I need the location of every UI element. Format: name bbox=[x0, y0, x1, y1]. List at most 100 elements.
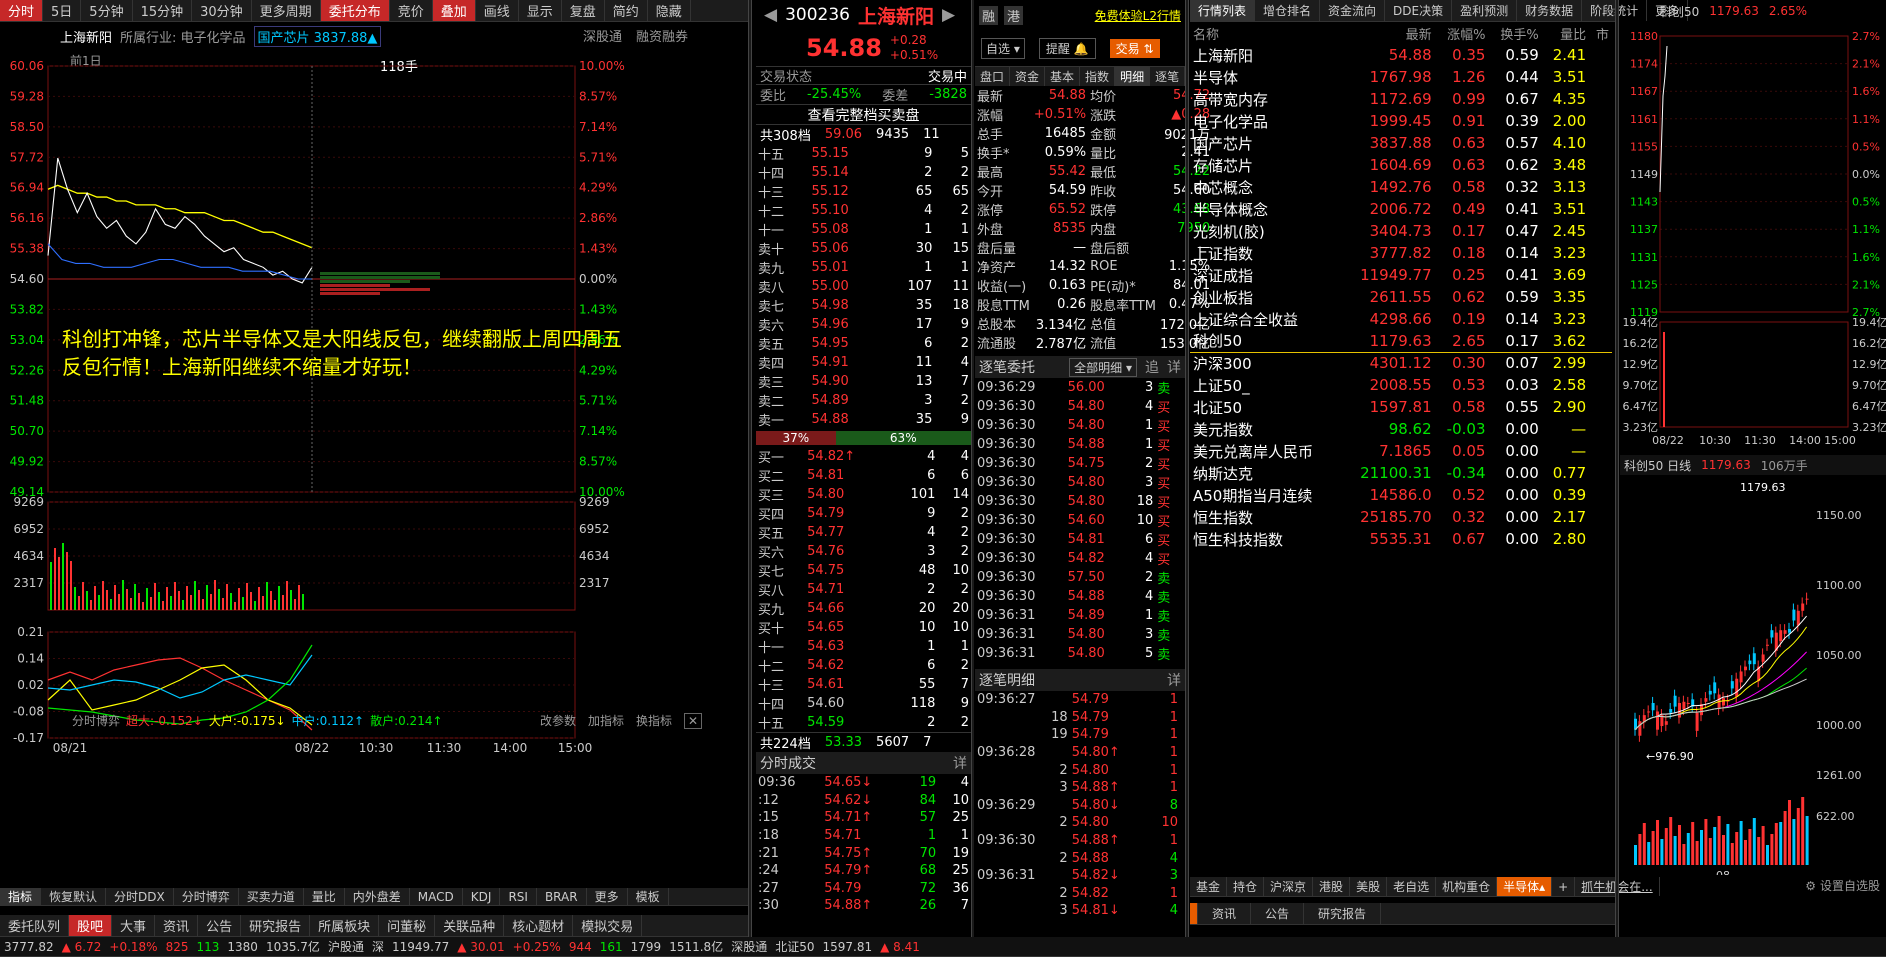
book-row[interactable]: 十二 54.62 6 2 bbox=[756, 656, 971, 675]
book-row[interactable]: 买四 54.79 9 2 bbox=[756, 504, 971, 523]
margin-badge[interactable]: 融 bbox=[979, 5, 999, 25]
lbtab-semi[interactable]: 半导体 ▴ bbox=[1497, 877, 1553, 896]
book-row[interactable]: 十三 54.61 55 7 bbox=[756, 675, 971, 694]
ind-tab-brar[interactable]: BRAR bbox=[537, 888, 587, 905]
dtab-tick[interactable]: 逐笔 bbox=[1150, 67, 1186, 86]
book-row[interactable]: 十五 54.59 2 2 bbox=[756, 713, 971, 732]
list-item[interactable]: 恒生指数 25185.70 0.32 0.00 2.17 bbox=[1190, 506, 1612, 528]
ind-tab-kdj[interactable]: KDJ bbox=[463, 888, 501, 905]
tab-5min[interactable]: 5分钟 bbox=[81, 0, 133, 21]
ind-tab-indicator[interactable]: 指标 bbox=[0, 888, 42, 905]
list-item[interactable]: 存储芯片 1604.69 0.63 0.62 3.48 bbox=[1190, 154, 1612, 176]
list-header-cell[interactable]: 换手% bbox=[1488, 22, 1541, 44]
list-item[interactable]: 美元指数 98.62 -0.03 0.00 — bbox=[1190, 418, 1612, 440]
edit-params-link[interactable]: 改参数 bbox=[540, 712, 576, 729]
dtab-basic[interactable]: 基本 bbox=[1045, 67, 1081, 86]
btab-report[interactable]: 研究报告 bbox=[241, 915, 311, 936]
ind-tab-rsi[interactable]: RSI bbox=[500, 888, 537, 905]
btab-news[interactable]: 资讯 bbox=[155, 915, 199, 936]
full-book-link[interactable]: 查看完整档买卖盘 bbox=[756, 104, 971, 124]
list-item[interactable]: 半导体概念 2006.72 0.49 0.41 3.51 bbox=[1190, 198, 1612, 220]
book-row[interactable]: 卖八 55.00 107 11 bbox=[756, 277, 971, 296]
tab-replay[interactable]: 复盘 bbox=[562, 0, 605, 21]
book-row[interactable]: 卖九 55.01 1 1 bbox=[756, 258, 971, 277]
book-row[interactable]: 买三 54.80 101 14 bbox=[756, 485, 971, 504]
lbtab-hold[interactable]: 持仓 bbox=[1227, 877, 1265, 896]
btab-queue[interactable]: 委托队列 bbox=[0, 915, 70, 936]
ind-tab-macd[interactable]: MACD bbox=[410, 888, 463, 905]
list-item[interactable]: 科创50 1179.63 2.65 0.17 3.62 bbox=[1190, 330, 1612, 352]
tab-overlay[interactable]: 叠加 bbox=[432, 0, 476, 21]
l2-trial-link[interactable]: 免费体验L2行情 bbox=[1095, 7, 1181, 24]
list-item[interactable]: 上海新阳 54.88 0.35 0.59 2.41 bbox=[1190, 44, 1612, 66]
tab-5day[interactable]: 5日 bbox=[43, 0, 82, 21]
hk-badge[interactable]: 港 bbox=[1004, 5, 1024, 25]
tab-intraday[interactable]: 分时 bbox=[0, 0, 44, 21]
list-item[interactable]: 深证成指 11949.77 0.25 0.41 3.69 bbox=[1190, 264, 1612, 286]
book-row[interactable]: 卖二 54.89 3 2 bbox=[756, 391, 971, 410]
status-item[interactable]: 沪股通 bbox=[328, 938, 364, 955]
btab-sector[interactable]: 所属板块 bbox=[310, 915, 380, 936]
lbtab-us[interactable]: 美股 bbox=[1350, 877, 1388, 896]
list-header-cell[interactable]: 量比 bbox=[1542, 22, 1589, 44]
book-row[interactable]: 卖七 54.98 35 18 bbox=[756, 296, 971, 315]
list-header-cell[interactable]: 名称 bbox=[1190, 22, 1341, 44]
list-item[interactable]: 电子化学品 1999.45 0.91 0.39 2.00 bbox=[1190, 110, 1612, 132]
splitter-left[interactable] bbox=[748, 0, 752, 957]
tab-auction[interactable]: 竞价 bbox=[390, 0, 433, 21]
book-row[interactable]: 买五 54.77 4 2 bbox=[756, 523, 971, 542]
ind-tab-game[interactable]: 分时博弈 bbox=[174, 888, 239, 905]
tab-draw[interactable]: 画线 bbox=[476, 0, 519, 21]
close-icon[interactable]: ✕ bbox=[684, 712, 703, 729]
tab-more-periods[interactable]: 更多周期 bbox=[252, 0, 321, 21]
ltab-flow[interactable]: 资金流向 bbox=[1320, 0, 1386, 21]
lbtab-hsj[interactable]: 沪深京 bbox=[1264, 877, 1314, 896]
book-row[interactable]: 十四 55.14 2 2 bbox=[756, 163, 971, 182]
next-stock-icon[interactable]: ▶ bbox=[942, 5, 955, 25]
list-item[interactable]: 上证50_ 2008.55 0.53 0.03 2.58 bbox=[1190, 374, 1612, 396]
add-indicator-link[interactable]: 加指标 bbox=[588, 712, 624, 729]
tab-simple[interactable]: 简约 bbox=[605, 0, 648, 21]
book-row[interactable]: 卖五 54.95 6 2 bbox=[756, 334, 971, 353]
book-row[interactable]: 卖六 54.96 17 9 bbox=[756, 315, 971, 334]
tab-30min[interactable]: 30分钟 bbox=[192, 0, 252, 21]
lbtab-fund[interactable]: 基金 bbox=[1190, 877, 1228, 896]
book-row[interactable]: 买九 54.66 20 20 bbox=[756, 599, 971, 618]
list-item[interactable]: 纳斯达克 21100.31 -0.34 0.00 0.77 bbox=[1190, 462, 1612, 484]
list-item[interactable]: 北证50 1597.81 0.58 0.55 2.90 bbox=[1190, 396, 1612, 418]
book-row[interactable]: 买七 54.75 48 10 bbox=[756, 561, 971, 580]
dtab-index[interactable]: 指数 bbox=[1080, 67, 1116, 86]
fscj-detail-button[interactable]: 详 bbox=[953, 753, 967, 773]
list-header-cell[interactable]: 最新 bbox=[1341, 22, 1434, 44]
list-item[interactable]: 恒生科技指数 5535.31 0.67 0.00 2.80 bbox=[1190, 528, 1612, 550]
ind-tab-volratio[interactable]: 量比 bbox=[304, 888, 345, 905]
ind-tab-template[interactable]: 模板 bbox=[628, 888, 669, 905]
trade-button[interactable]: 交易 ⇅ bbox=[1109, 38, 1160, 58]
zbwt-select[interactable]: 全部明细 ▾ bbox=[1069, 357, 1137, 377]
alert-button[interactable]: 提醒 🔔 bbox=[1038, 37, 1096, 59]
list-item[interactable]: 国产芯片 3837.88 0.63 0.57 4.10 bbox=[1190, 132, 1612, 154]
list-item[interactable]: 半导体 1767.98 1.26 0.44 3.51 bbox=[1190, 66, 1612, 88]
book-row[interactable]: 十四 54.60 118 9 bbox=[756, 694, 971, 713]
tab-display[interactable]: 显示 bbox=[519, 0, 562, 21]
btab-ask[interactable]: 问董秘 bbox=[379, 915, 436, 936]
list-item[interactable]: 创业板指 2611.55 0.62 0.59 3.35 bbox=[1190, 286, 1612, 308]
ind-tab-default[interactable]: 恢复默认 bbox=[41, 888, 107, 905]
zbwt-detail[interactable]: 详 bbox=[1167, 357, 1181, 377]
itab-report[interactable]: 研究报告 bbox=[1304, 903, 1382, 924]
btab-theme[interactable]: 核心题材 bbox=[504, 915, 574, 936]
list-item[interactable]: 上证指数 3777.82 0.18 0.14 3.23 bbox=[1190, 242, 1612, 264]
book-row[interactable]: 买六 54.76 3 2 bbox=[756, 542, 971, 561]
list-item[interactable]: 美元兑离岸人民币 7.1865 0.05 0.00 — bbox=[1190, 440, 1612, 462]
lbtab-old[interactable]: 老自选 bbox=[1387, 877, 1437, 896]
list-item[interactable]: 沪深300 4301.12 0.30 0.07 2.99 bbox=[1190, 352, 1612, 374]
book-row[interactable]: 卖十 55.06 30 15 bbox=[756, 239, 971, 258]
mini-intraday-chart[interactable]: 1180 2.7% 1174 2.1% 1167 1.6% 1161 1.1% 1155 0.5%… bbox=[1620, 22, 1886, 452]
ltab-dde[interactable]: DDE决策 bbox=[1385, 0, 1453, 21]
tab-hide[interactable]: 隐藏 bbox=[648, 0, 691, 21]
list-item[interactable]: 光刻机(胶) 3404.73 0.17 0.47 2.45 bbox=[1190, 220, 1612, 242]
ind-tab-inout[interactable]: 内外盘差 bbox=[345, 888, 410, 905]
list-header-cell[interactable]: 涨幅% bbox=[1435, 22, 1489, 44]
book-row[interactable]: 买十 54.65 10 10 bbox=[756, 618, 971, 637]
book-row[interactable]: 买八 54.71 2 2 bbox=[756, 580, 971, 599]
